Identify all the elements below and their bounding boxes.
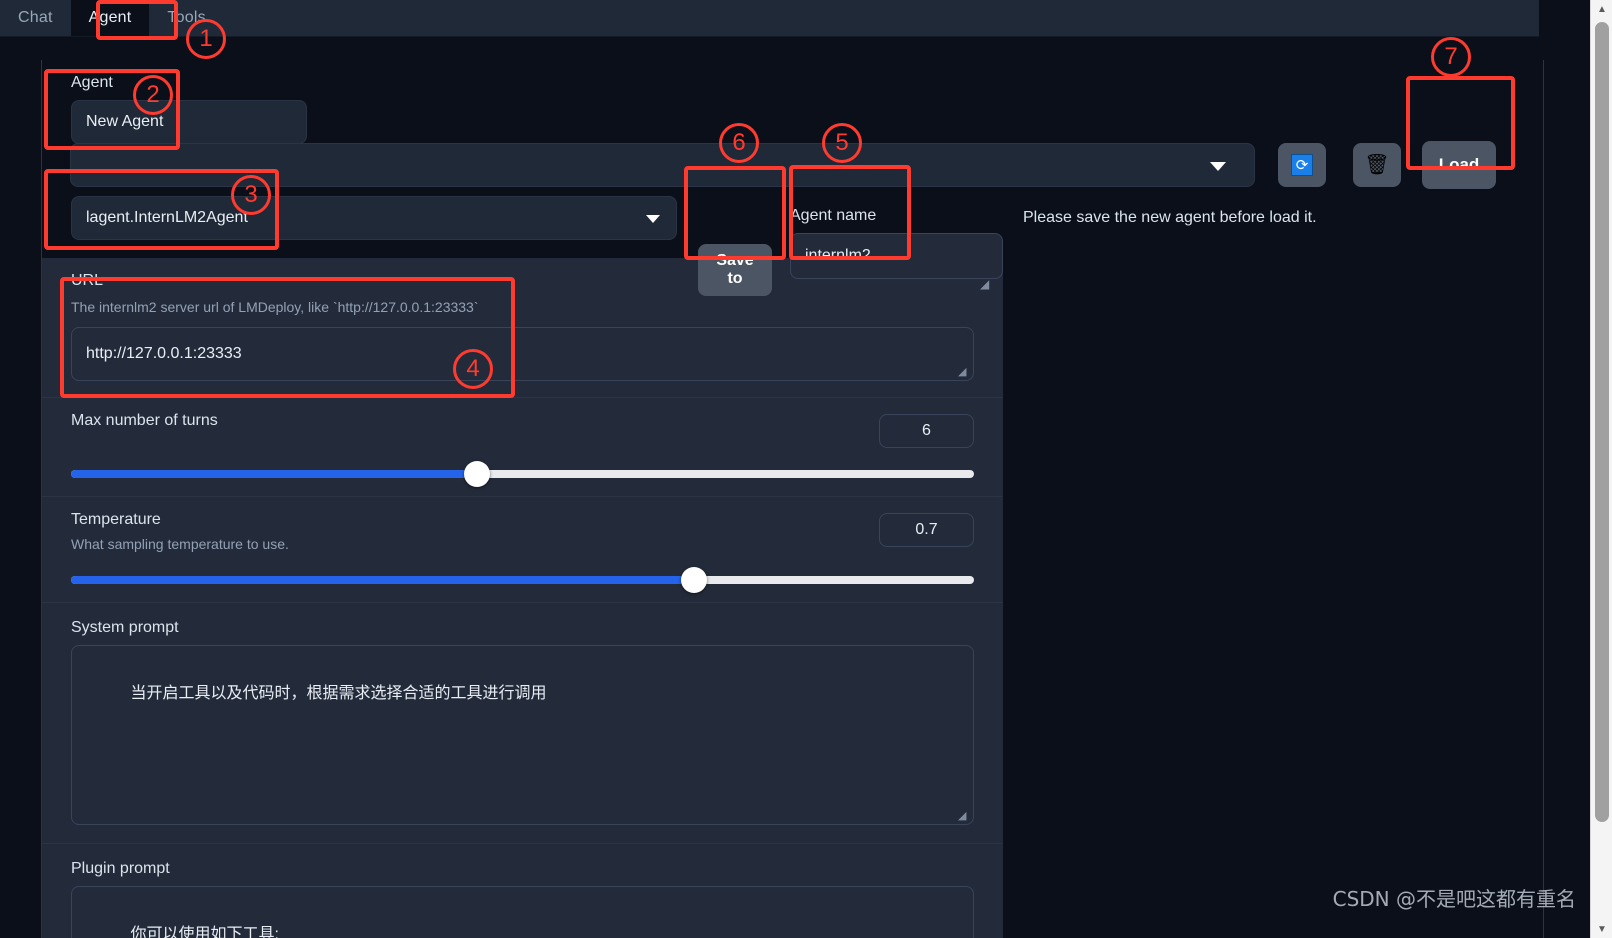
right-divider: [1543, 60, 1544, 938]
page-scrollbar[interactable]: ▲ ▼: [1590, 0, 1612, 938]
agent-select[interactable]: New Agent: [71, 100, 307, 144]
url-description: The internlm2 server url of LMDeploy, li…: [71, 299, 479, 315]
resize-handle-icon[interactable]: ◢: [958, 366, 970, 378]
temperature-description: What sampling temperature to use.: [71, 535, 289, 552]
plugin-prompt-value: 你可以使用如下工具: {prompt}: [130, 925, 279, 938]
temperature-slider-thumb[interactable]: [681, 566, 708, 593]
max-turns-block: Max number of turns 6: [42, 396, 1003, 496]
max-turns-value-text: 6: [922, 421, 931, 439]
url-input[interactable]: http://127.0.0.1:23333 ◢: [71, 326, 974, 381]
system-prompt-value: 当开启工具以及代码时，根据需求选择合适的工具进行调用: [130, 684, 547, 702]
tab-chat-label: Chat: [18, 9, 53, 26]
load-button[interactable]: Load: [1422, 141, 1496, 189]
load-button-label: Load: [1438, 155, 1480, 174]
max-turns-header: Max number of turns 6: [71, 412, 974, 448]
refresh-icon: ⟳: [1291, 154, 1313, 176]
tab-tools-label: Tools: [167, 9, 206, 26]
app-root: Chat Agent Tools Agent New Agent Agent c…: [0, 0, 1612, 938]
watermark: CSDN @不是吧这都有重名: [1332, 887, 1576, 911]
url-input-value: http://127.0.0.1:23333: [86, 344, 242, 362]
system-prompt-label: System prompt: [71, 618, 179, 636]
save-to-button[interactable]: Save to: [698, 244, 772, 296]
tab-chat[interactable]: Chat: [0, 0, 71, 36]
trash-icon: 🗑: [1364, 154, 1390, 176]
save-to-label-line1: Save: [716, 251, 754, 269]
temperature-label: Temperature: [71, 510, 161, 528]
temperature-value[interactable]: 0.7: [879, 512, 974, 547]
save-hint-text: Please save the new agent before load it…: [1023, 209, 1317, 226]
agent-name-block: Agent name internlm2: [790, 207, 1003, 279]
plugin-prompt-label: Plugin prompt: [71, 859, 170, 877]
tab-agent-label: Agent: [88, 9, 132, 26]
agent-class-select[interactable]: lagent.InternLM2Agent: [71, 196, 677, 240]
agent-main-dropdown[interactable]: [70, 143, 1255, 187]
agent-name-value: internlm2: [805, 247, 871, 264]
agent-select-value: New Agent: [86, 113, 164, 130]
max-turns-slider-thumb[interactable]: [464, 460, 491, 487]
agent-block: Agent New Agent: [42, 60, 1003, 144]
tab-tools[interactable]: Tools: [149, 0, 223, 36]
max-turns-slider[interactable]: [71, 460, 974, 487]
agent-name-input[interactable]: internlm2: [790, 233, 1003, 279]
max-turns-value[interactable]: 6: [879, 413, 974, 448]
temperature-slider-fill: [71, 575, 695, 584]
scrollbar-thumb[interactable]: [1595, 22, 1609, 822]
system-prompt-block: System prompt 当开启工具以及代码时，根据需求选择合适的工具进行调用…: [42, 601, 1003, 843]
tab-agent[interactable]: Agent: [70, 0, 150, 36]
scroll-up-icon[interactable]: ▲: [1591, 0, 1612, 18]
system-prompt-resize-handle-icon[interactable]: ◢: [958, 810, 970, 822]
temperature-value-text: 0.7: [915, 520, 938, 538]
plugin-prompt-block: Plugin prompt 你可以使用如下工具: {prompt}: [42, 842, 1003, 938]
tab-bar: Chat Agent Tools: [0, 0, 1539, 37]
temperature-block: Temperature What sampling temperature to…: [42, 495, 1003, 602]
agent-name-label: Agent name: [790, 207, 877, 224]
max-turns-slider-fill: [71, 469, 478, 478]
delete-button[interactable]: 🗑: [1353, 143, 1401, 187]
temperature-slider[interactable]: [71, 566, 974, 593]
plugin-prompt-textarea[interactable]: 你可以使用如下工具: {prompt}: [71, 885, 974, 938]
scroll-down-icon[interactable]: ▼: [1591, 920, 1612, 938]
max-turns-label: Max number of turns: [71, 411, 218, 429]
agent-class-value: lagent.InternLM2Agent: [86, 209, 248, 226]
agent-form-column: Agent New Agent Agent class lagent.Inter…: [41, 60, 1003, 938]
agent-config-body: Agent New Agent Agent class lagent.Inter…: [0, 37, 1539, 938]
system-prompt-textarea[interactable]: 当开启工具以及代码时，根据需求选择合适的工具进行调用 ◢: [71, 644, 974, 825]
refresh-button[interactable]: ⟳: [1278, 143, 1326, 187]
temperature-header: Temperature What sampling temperature to…: [71, 511, 974, 554]
agent-label: Agent: [71, 74, 113, 91]
save-to-label-line2: to: [727, 270, 743, 287]
agent-name-resize-handle-icon[interactable]: ◢: [980, 277, 989, 291]
